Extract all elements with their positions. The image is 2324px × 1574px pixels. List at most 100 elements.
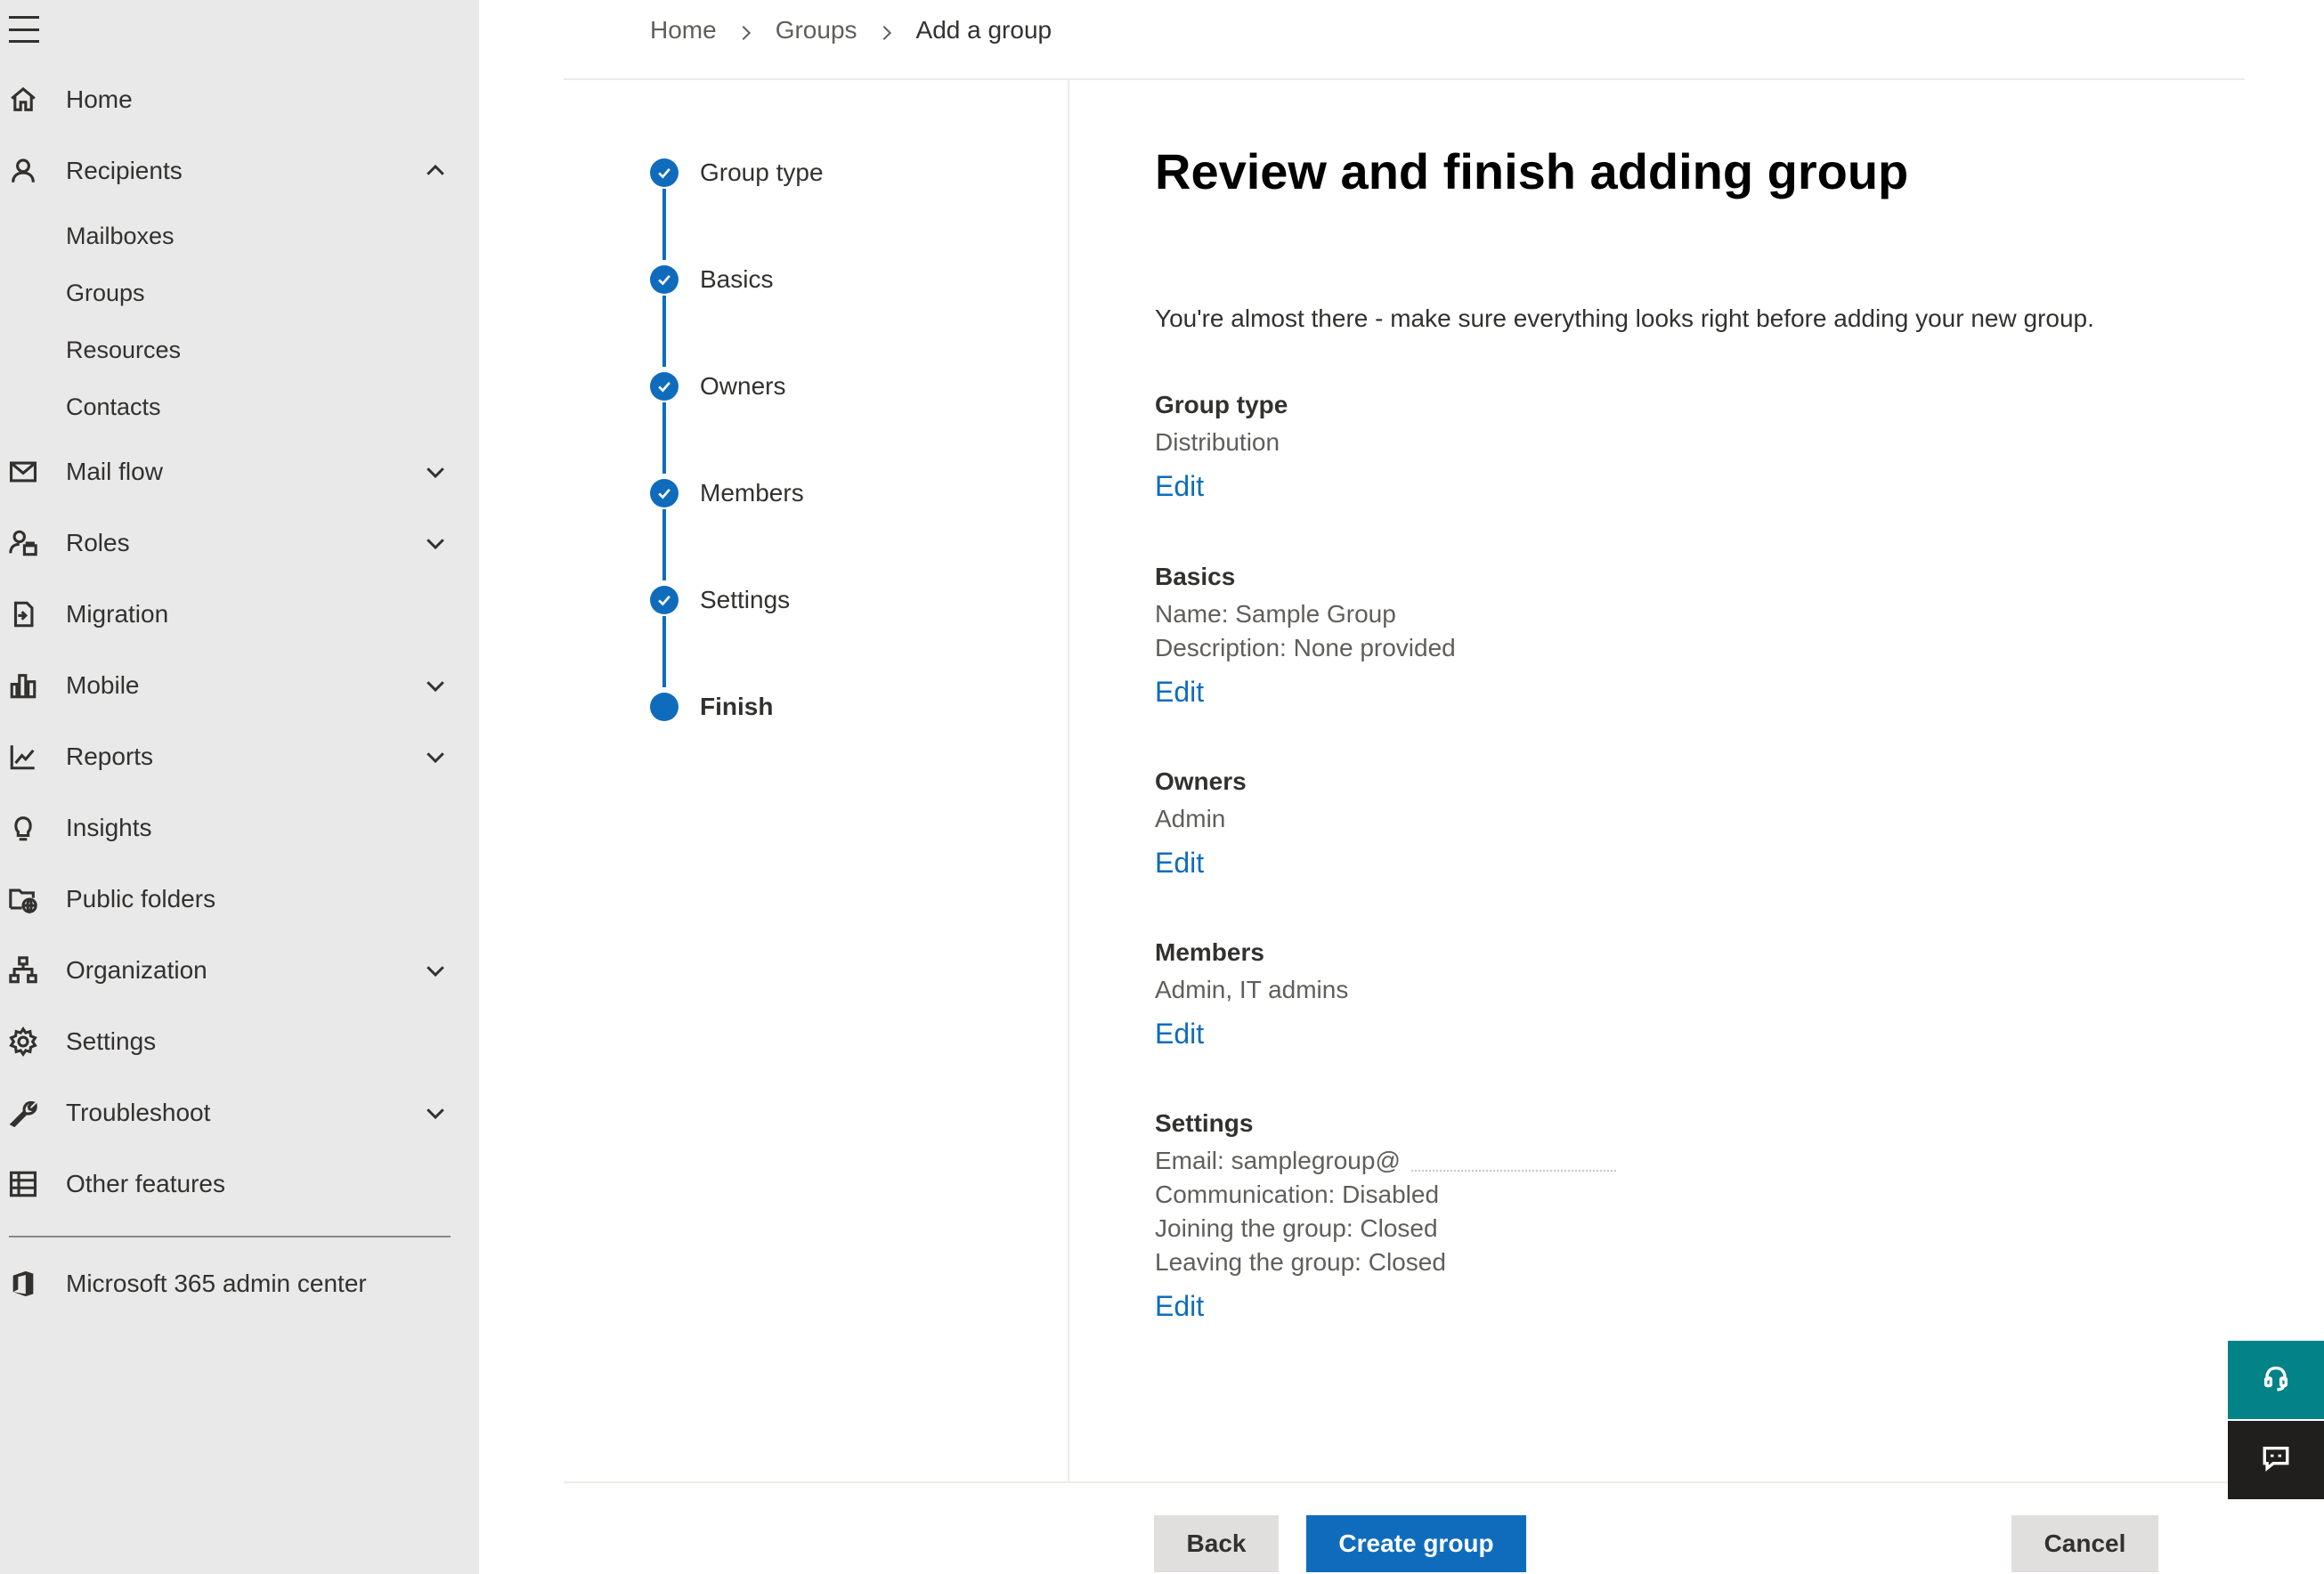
edit-settings-link[interactable]: Edit <box>1155 1288 1204 1324</box>
step-label: Basics <box>700 265 774 293</box>
stepper-divider <box>1068 80 1069 1483</box>
chevron-up-icon[interactable] <box>422 158 449 184</box>
chart-icon <box>7 741 39 773</box>
page-title: Review and finish adding group <box>1155 143 1909 199</box>
cancel-button[interactable]: Cancel <box>2011 1515 2158 1572</box>
step-label: Owners <box>700 372 786 400</box>
back-button[interactable]: Back <box>1154 1515 1279 1572</box>
sidebar-item-roles[interactable]: Roles <box>0 515 479 572</box>
review-section-members: Members Admin, IT admins Edit <box>1155 932 2179 1051</box>
feedback-button[interactable] <box>2228 1421 2324 1499</box>
section-value: Distribution <box>1155 428 1280 456</box>
sidebar-item-organization[interactable]: Organization <box>0 942 479 999</box>
section-value: Description: None provided <box>1155 634 1456 661</box>
review-section-owners: Owners Admin Edit <box>1155 761 2179 880</box>
sidebar-item-label: Settings <box>66 1027 157 1055</box>
check-icon <box>650 265 679 294</box>
sidebar-item-troubleshoot[interactable]: Troubleshoot <box>0 1084 479 1141</box>
breadcrumb: Home Groups Add a group <box>650 11 1052 50</box>
sidebar-item-label: Insights <box>66 814 152 841</box>
chevron-down-icon[interactable] <box>422 743 449 770</box>
sidebar-item-label: Other features <box>66 1170 225 1197</box>
sidebar-item-other-features[interactable]: Other features <box>0 1156 479 1213</box>
sidebar-subitem-groups[interactable]: Groups <box>66 271 458 315</box>
migration-icon <box>7 598 39 630</box>
check-icon <box>650 586 679 614</box>
mail-icon <box>7 456 39 488</box>
chevron-down-icon[interactable] <box>422 530 449 556</box>
step-connector <box>662 189 666 260</box>
review-section-settings: Settings Email: samplegroup@ Communicati… <box>1155 1103 2179 1324</box>
review-section-group-type: Group type Distribution Edit <box>1155 385 2179 504</box>
folder-globe-icon <box>7 883 39 915</box>
check-icon <box>650 479 679 507</box>
chevron-down-icon[interactable] <box>422 672 449 699</box>
review-section-basics: Basics Name: Sample Group Description: N… <box>1155 556 2179 710</box>
sidebar-item-reports[interactable]: Reports <box>0 728 479 785</box>
edit-group-type-link[interactable]: Edit <box>1155 468 1204 504</box>
sidebar-item-label: Mail flow <box>66 458 163 485</box>
step-label: Finish <box>700 693 774 720</box>
section-heading: Owners <box>1155 767 1247 795</box>
email-value: Email: samplegroup@ <box>1155 1147 1401 1174</box>
page-intro: You're almost there - make sure everythi… <box>1155 304 2094 332</box>
sidebar-subitem-contacts[interactable]: Contacts <box>66 385 458 429</box>
step-connector <box>662 296 666 367</box>
edit-owners-link[interactable]: Edit <box>1155 845 1204 880</box>
chevron-right-icon <box>736 20 756 41</box>
headset-icon <box>2261 1363 2291 1398</box>
sidebar-item-mail-flow[interactable]: Mail flow <box>0 443 479 500</box>
section-value: Leaving the group: Closed <box>1155 1248 1446 1276</box>
sidebar-subitem-resources[interactable]: Resources <box>66 328 458 372</box>
sidebar-item-home[interactable]: Home <box>0 71 479 128</box>
hamburger-menu-icon[interactable] <box>9 16 39 43</box>
chevron-down-icon[interactable] <box>422 1099 449 1126</box>
edit-members-link[interactable]: Edit <box>1155 1016 1204 1051</box>
sidebar-item-label: Public folders <box>66 885 216 913</box>
roles-icon <box>7 527 39 559</box>
mobile-icon <box>7 669 39 702</box>
chevron-right-icon <box>877 20 897 41</box>
wrench-icon <box>7 1097 39 1129</box>
feedback-icon <box>2261 1443 2291 1478</box>
breadcrumb-home[interactable]: Home <box>650 16 717 45</box>
sidebar-item-insights[interactable]: Insights <box>0 799 479 856</box>
create-group-button[interactable]: Create group <box>1306 1515 1526 1572</box>
breadcrumb-groups[interactable]: Groups <box>776 16 857 45</box>
section-heading: Settings <box>1155 1109 1254 1137</box>
sidebar: Home Recipients Mailboxes Groups Resourc… <box>0 0 479 1574</box>
edit-basics-link[interactable]: Edit <box>1155 674 1204 710</box>
office-icon <box>7 1268 39 1300</box>
person-icon <box>7 155 39 187</box>
section-value: Admin <box>1155 805 1226 832</box>
sidebar-item-migration[interactable]: Migration <box>0 586 479 643</box>
sidebar-item-label: Home <box>66 85 133 113</box>
app-root: Home Recipients Mailboxes Groups Resourc… <box>0 0 2324 1574</box>
breadcrumb-current: Add a group <box>915 16 1052 44</box>
sidebar-subitem-mailboxes[interactable]: Mailboxes <box>66 214 458 258</box>
sidebar-item-settings[interactable]: Settings <box>0 1013 479 1070</box>
section-value: Admin, IT admins <box>1155 976 1349 1003</box>
section-value: Joining the group: Closed <box>1155 1214 1438 1242</box>
sidebar-item-public-folders[interactable]: Public folders <box>0 871 479 928</box>
org-chart-icon <box>7 954 39 986</box>
sidebar-item-recipients[interactable]: Recipients <box>0 142 479 199</box>
grid-icon <box>7 1168 39 1200</box>
check-icon <box>650 372 679 401</box>
sidebar-item-mobile[interactable]: Mobile <box>0 657 479 714</box>
sidebar-item-label: Organization <box>66 956 207 984</box>
home-icon <box>7 84 39 116</box>
sidebar-item-label: Migration <box>66 600 169 628</box>
step-label: Members <box>700 479 804 507</box>
help-button[interactable] <box>2228 1341 2324 1419</box>
chevron-down-icon[interactable] <box>422 458 449 485</box>
section-heading: Members <box>1155 938 1264 966</box>
sidebar-item-label: Reports <box>66 742 154 770</box>
check-icon <box>650 158 679 187</box>
step-label: Group type <box>700 158 824 186</box>
gear-icon <box>7 1026 39 1058</box>
sidebar-link-m365-admin-center[interactable]: Microsoft 365 admin center <box>0 1255 479 1312</box>
chevron-down-icon[interactable] <box>422 957 449 984</box>
redacted-domain <box>1410 1154 1616 1172</box>
footer-divider <box>564 1481 2245 1483</box>
